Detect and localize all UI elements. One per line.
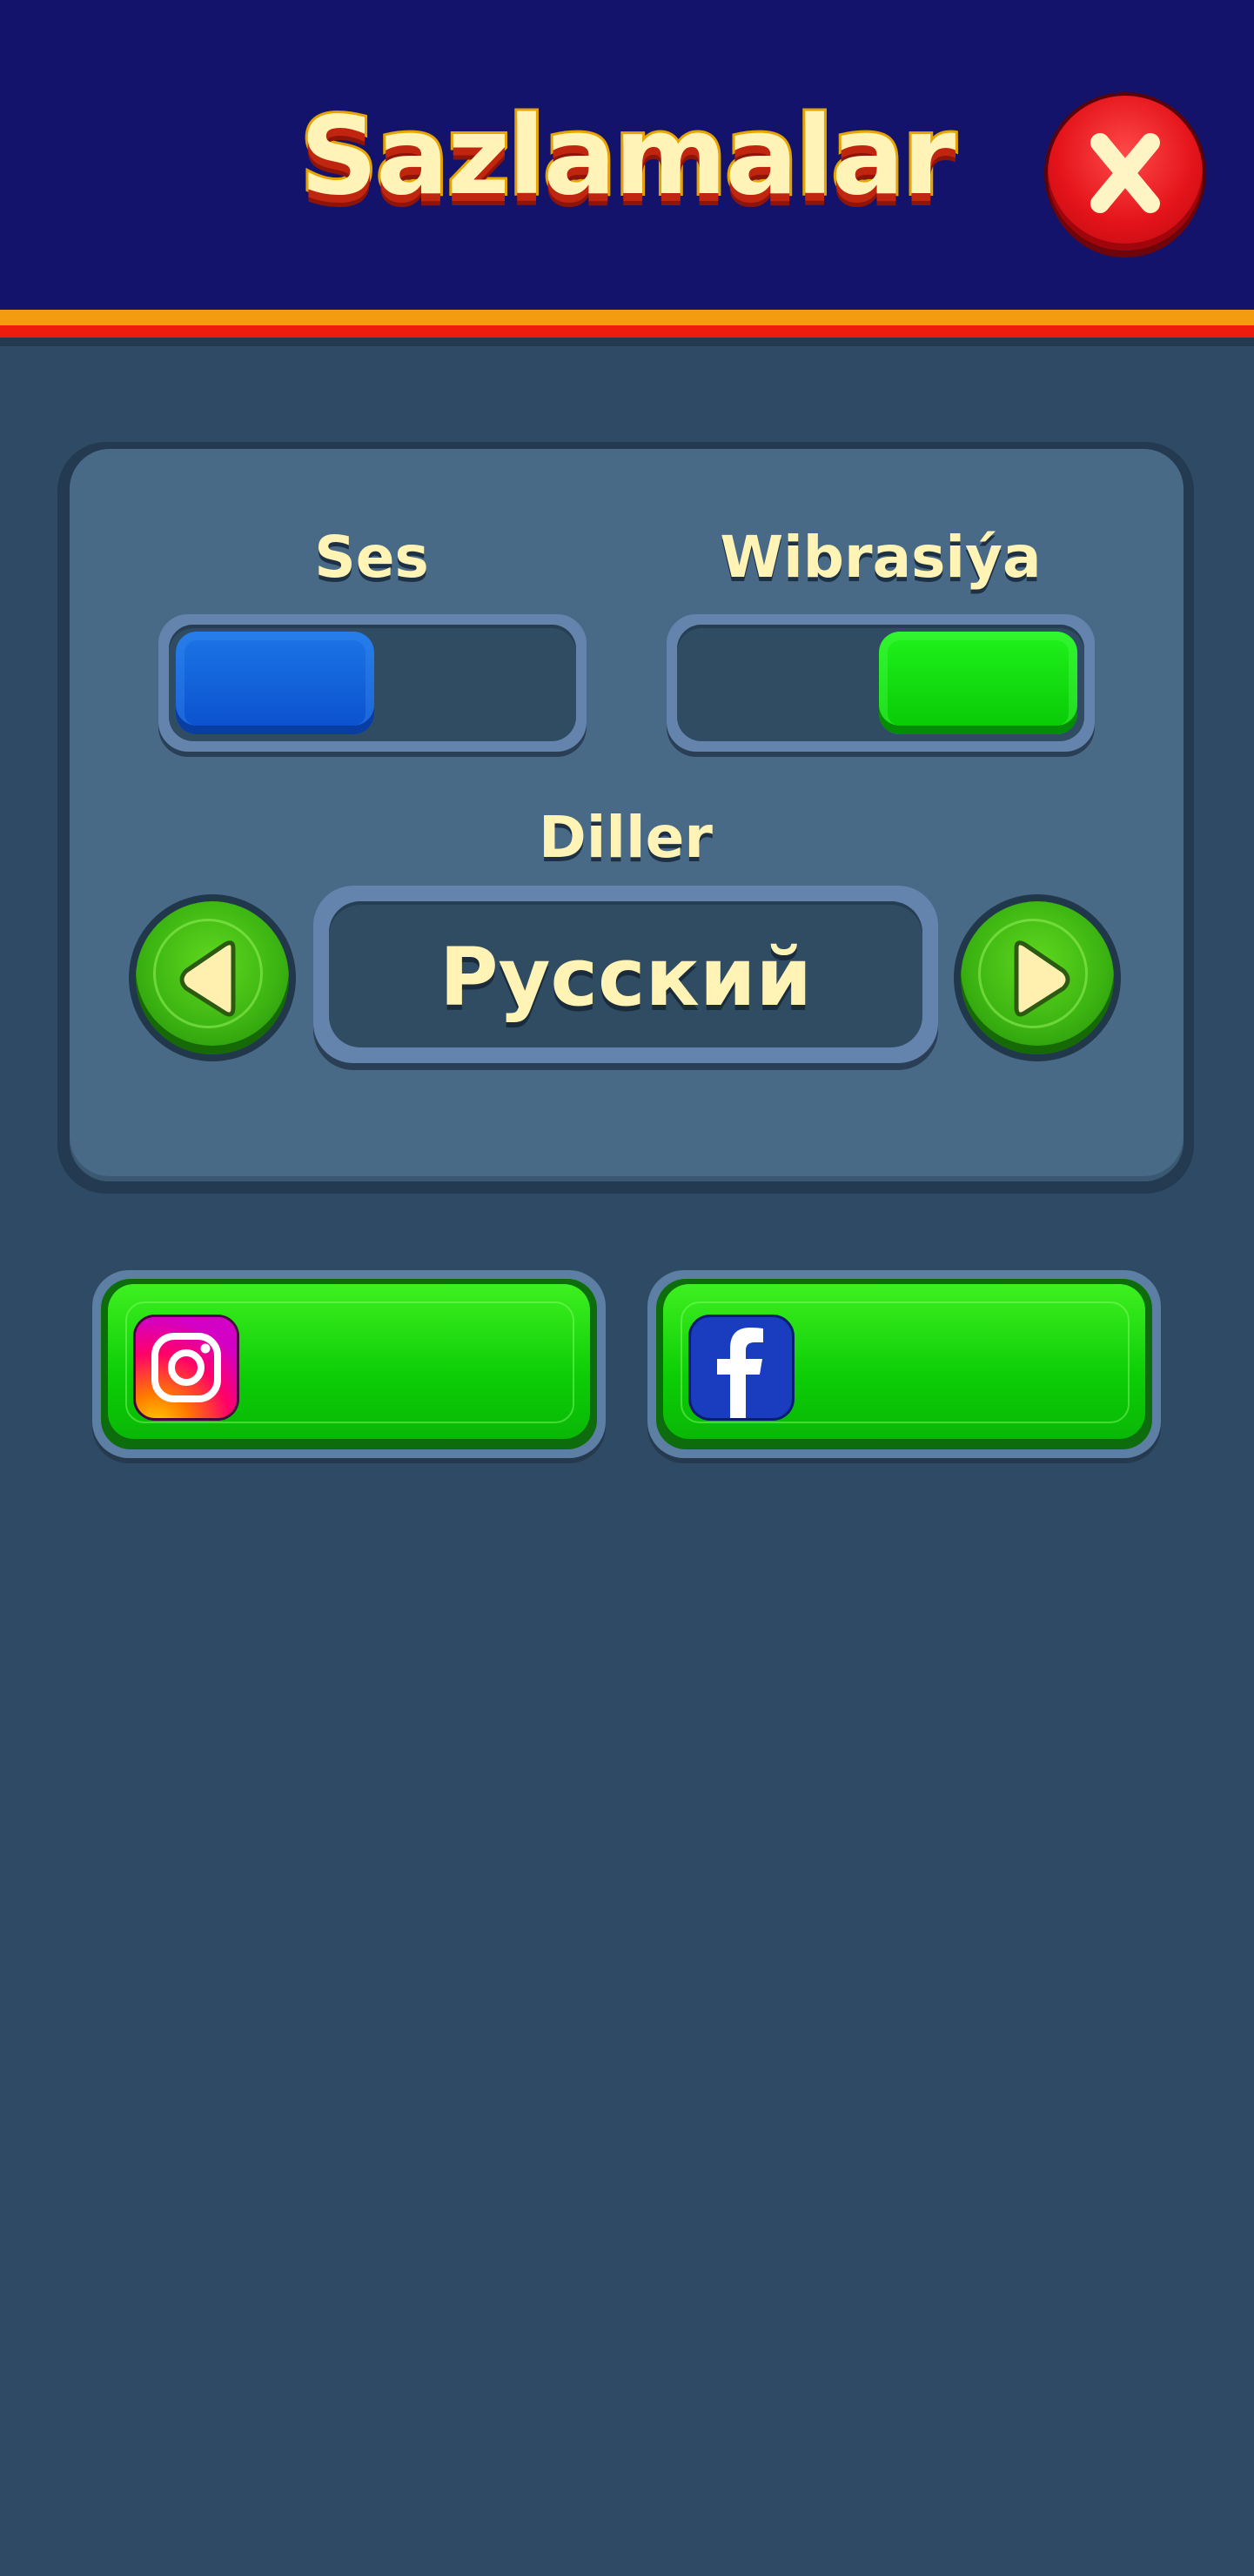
sound-toggle-knob[interactable] <box>176 632 374 734</box>
sound-toggle-track <box>169 625 576 741</box>
vibration-toggle-knob[interactable] <box>879 632 1077 734</box>
instagram-glyph <box>151 1333 221 1402</box>
instagram-button-frame <box>92 1270 606 1458</box>
language-selector: Русский <box>313 886 938 1063</box>
language-current: Русский <box>439 931 812 1024</box>
sound-toggle[interactable] <box>158 614 587 752</box>
arrow-left-icon <box>179 940 236 1017</box>
vibration-toggle-track <box>677 625 1084 741</box>
facebook-glyph <box>717 1328 763 1418</box>
close-icon <box>1090 133 1160 213</box>
header-shadow <box>0 338 1254 346</box>
language-next-button[interactable] <box>954 894 1121 1061</box>
language-display: Русский <box>329 901 922 1047</box>
header-stripe <box>0 325 1254 338</box>
sound-label: Ses <box>314 524 429 591</box>
close-button[interactable] <box>1048 96 1203 251</box>
language-prev-button[interactable] <box>129 894 296 1061</box>
vibration-label: Wibrasiýa <box>720 524 1042 591</box>
facebook-icon <box>691 1317 792 1418</box>
header-stripe <box>0 310 1254 325</box>
arrow-right-icon <box>1014 940 1070 1017</box>
facebook-button-frame <box>647 1270 1161 1458</box>
vibration-toggle[interactable] <box>667 614 1095 752</box>
facebook-button[interactable] <box>656 1279 1152 1449</box>
instagram-button[interactable] <box>101 1279 597 1449</box>
instagram-icon <box>136 1317 237 1418</box>
language-label: Diller <box>539 804 713 871</box>
